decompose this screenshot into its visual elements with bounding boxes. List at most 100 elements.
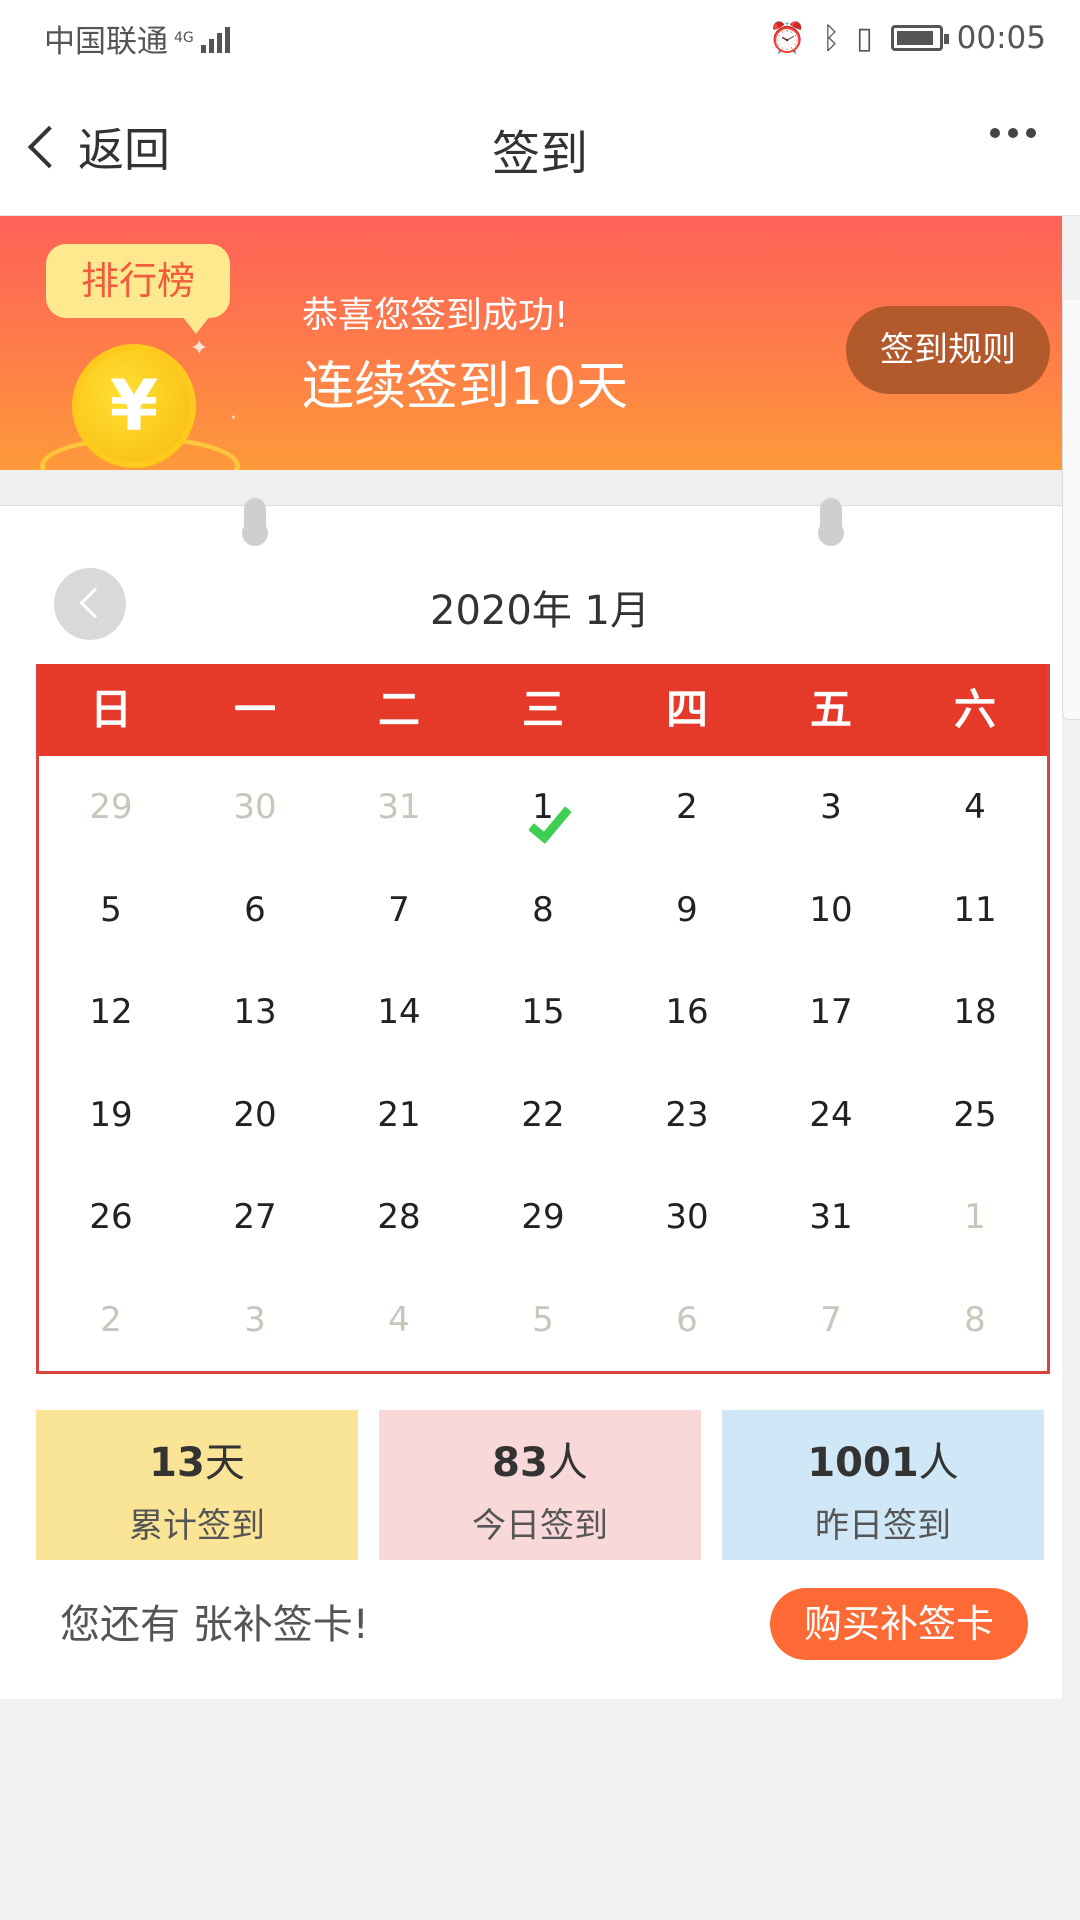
battery-icon <box>890 25 949 51</box>
weekday-label: 四 <box>665 685 708 734</box>
checkin-banner: 排行榜 ¥ ✦ · 恭喜您签到成功! 连续签到10天 签到规则 <box>0 216 1062 470</box>
calendar-day[interactable]: 16 <box>615 961 759 1064</box>
month-title: 2020年 1月 <box>430 588 650 634</box>
pin-icon <box>818 498 844 546</box>
calendar-day[interactable]: 14 <box>327 961 471 1064</box>
day-number: 30 <box>665 1197 709 1237</box>
stat-total-checkins: 13天 累计签到 <box>36 1410 358 1560</box>
buy-makeup-card-button[interactable]: 购买补签卡 <box>770 1588 1028 1660</box>
calendar-day[interactable]: 6 <box>615 1269 759 1372</box>
calendar-day[interactable]: 29 <box>471 1166 615 1269</box>
day-number: 15 <box>521 992 565 1032</box>
calendar-day[interactable]: 4 <box>327 1269 471 1372</box>
calendar-day[interactable]: 5 <box>471 1269 615 1372</box>
stat-label: 累计签到 <box>129 1506 265 1546</box>
day-number: 8 <box>532 889 554 930</box>
calendar-day[interactable]: 26 <box>39 1166 183 1269</box>
day-number: 6 <box>676 1299 698 1340</box>
calendar-day[interactable]: 18 <box>903 961 1047 1064</box>
stat-unit: 人 <box>918 1440 959 1486</box>
calendar-day[interactable]: 10 <box>759 859 903 962</box>
calendar-day[interactable]: 17 <box>759 961 903 1064</box>
coin-icon: ¥ <box>72 344 196 468</box>
day-number: 16 <box>665 992 709 1032</box>
calendar-day[interactable]: 11 <box>903 859 1047 962</box>
calendar-day[interactable]: 30 <box>615 1166 759 1269</box>
weekday-label: 二 <box>377 685 420 734</box>
stat-label: 昨日签到 <box>815 1506 951 1546</box>
scroll-indicator <box>1062 300 1080 720</box>
calendar-day[interactable]: 3 <box>759 756 903 859</box>
calendar-day[interactable]: 21 <box>327 1064 471 1167</box>
stat-label: 今日签到 <box>472 1506 608 1546</box>
day-number: 4 <box>964 787 986 827</box>
day-number: 7 <box>388 889 410 930</box>
day-number: 20 <box>233 1094 277 1135</box>
calendar-day[interactable]: 5 <box>39 859 183 962</box>
weekday-label: 日 <box>89 685 132 734</box>
day-number: 5 <box>532 1299 554 1340</box>
day-number: 12 <box>89 992 133 1032</box>
leaderboard-button[interactable]: 排行榜 <box>46 244 230 334</box>
page-title: 签到 <box>491 126 588 182</box>
calendar-day[interactable]: 25 <box>903 1064 1047 1167</box>
calendar-day[interactable]: 8 <box>903 1269 1047 1372</box>
calendar-day[interactable]: 6 <box>183 859 327 962</box>
status-time: 00:05 <box>956 20 1046 56</box>
day-number: 2 <box>676 787 698 827</box>
calendar-week-row: 19 20 21 22 23 24 25 <box>39 1064 1047 1167</box>
stat-today-checkins: 83人 今日签到 <box>379 1410 701 1560</box>
day-number: 23 <box>665 1094 709 1135</box>
calendar-day[interactable]: 1 <box>903 1166 1047 1269</box>
weekday-label: 六 <box>953 685 996 734</box>
weekday-header: 日 一 二 三 四 五 六 <box>39 664 1047 756</box>
sparkle-icon: ✦ <box>190 336 209 361</box>
calendar-day[interactable]: 27 <box>183 1166 327 1269</box>
calendar-day[interactable]: 31 <box>327 756 471 859</box>
day-number: 19 <box>89 1094 133 1135</box>
calendar-day[interactable]: 2 <box>39 1269 183 1372</box>
streak-message: 连续签到10天 <box>302 357 629 417</box>
calendar-day[interactable]: 7 <box>327 859 471 962</box>
carrier-label: 中国联通 <box>44 23 168 60</box>
day-number: 3 <box>820 787 842 827</box>
calendar-day[interactable]: 3 <box>183 1269 327 1372</box>
calendar-day[interactable]: 13 <box>183 961 327 1064</box>
calendar-day[interactable]: 4 <box>903 756 1047 859</box>
alarm-icon: ⏰ <box>768 20 807 56</box>
calendar-week-row: 5 6 7 8 9 10 11 <box>39 859 1047 962</box>
calendar-day[interactable]: 9 <box>615 859 759 962</box>
calendar-day[interactable]: 28 <box>327 1166 471 1269</box>
status-left: 中国联通 4G <box>44 16 230 61</box>
calendar-day-checked[interactable]: 1 <box>471 756 615 859</box>
calendar-week-row: 29 30 31 1 2 3 4 <box>39 756 1047 859</box>
calendar-day[interactable]: 7 <box>759 1269 903 1372</box>
checkin-rules-button[interactable]: 签到规则 <box>846 306 1050 394</box>
calendar-day[interactable]: 31 <box>759 1166 903 1269</box>
calendar-day[interactable]: 19 <box>39 1064 183 1167</box>
day-number: 7 <box>820 1299 842 1340</box>
calendar-day[interactable]: 8 <box>471 859 615 962</box>
day-number: 18 <box>953 992 997 1032</box>
day-number: 31 <box>377 787 421 827</box>
calendar-day[interactable]: 15 <box>471 961 615 1064</box>
calendar-day[interactable]: 2 <box>615 756 759 859</box>
stat-unit: 天 <box>204 1440 245 1486</box>
day-number: 10 <box>809 889 853 930</box>
day-number: 27 <box>233 1197 277 1237</box>
calendar-week-row: 2 3 4 5 6 7 8 <box>39 1269 1047 1372</box>
calendar-day[interactable]: 20 <box>183 1064 327 1167</box>
calendar-day[interactable]: 30 <box>183 756 327 859</box>
calendar-day[interactable]: 23 <box>615 1064 759 1167</box>
day-number: 22 <box>521 1094 565 1135</box>
day-number: 26 <box>89 1197 133 1237</box>
calendar-day[interactable]: 29 <box>39 756 183 859</box>
calendar-day[interactable]: 24 <box>759 1064 903 1167</box>
success-message: 恭喜您签到成功! <box>302 295 569 336</box>
day-number: 4 <box>388 1299 410 1340</box>
calendar-day[interactable]: 22 <box>471 1064 615 1167</box>
day-number: 30 <box>233 787 277 827</box>
more-icon[interactable] <box>982 128 1036 138</box>
status-bar: 中国联通 4G ⏰ ᛒ ▯ 00:05 <box>0 0 1080 76</box>
calendar-day[interactable]: 12 <box>39 961 183 1064</box>
